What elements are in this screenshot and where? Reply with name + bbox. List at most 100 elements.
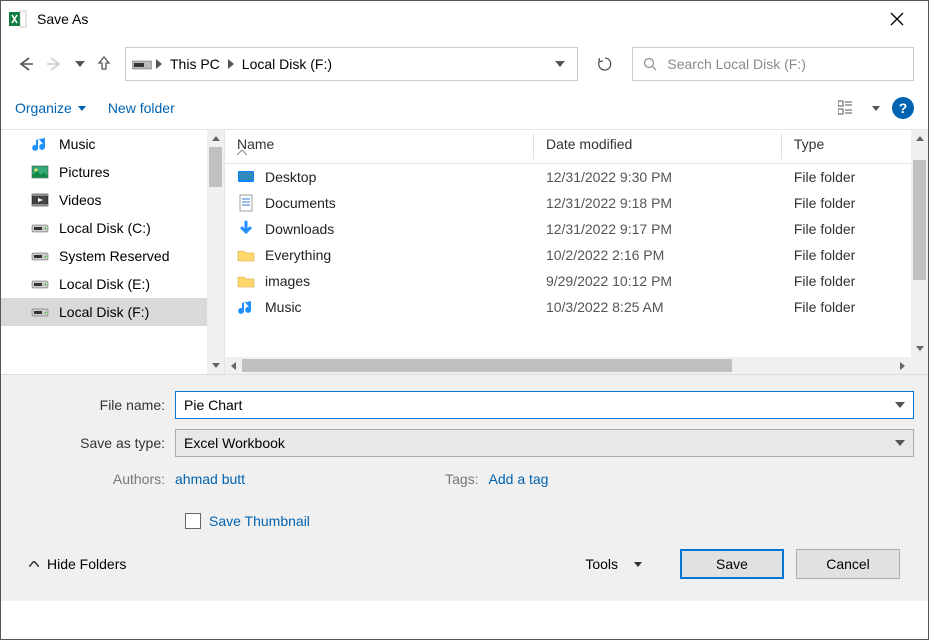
up-button[interactable] bbox=[95, 54, 115, 74]
file-name-label: File name: bbox=[15, 397, 175, 413]
authors-value[interactable]: ahmad butt bbox=[175, 471, 245, 487]
scroll-up-icon[interactable] bbox=[207, 130, 224, 147]
file-date: 12/31/2022 9:17 PM bbox=[534, 220, 782, 238]
download-icon bbox=[237, 220, 255, 238]
search-box[interactable] bbox=[632, 47, 914, 81]
save-type-select[interactable]: Excel Workbook bbox=[175, 429, 914, 457]
back-button[interactable] bbox=[15, 54, 35, 74]
file-type: File folder bbox=[782, 246, 928, 264]
column-type[interactable]: Type bbox=[782, 130, 928, 163]
file-row[interactable]: Downloads 12/31/2022 9:17 PM File folder bbox=[225, 216, 928, 242]
tree-item[interactable]: Local Disk (F:) bbox=[1, 298, 207, 326]
save-button[interactable]: Save bbox=[680, 549, 784, 579]
scroll-thumb[interactable] bbox=[242, 359, 732, 372]
tags-value[interactable]: Add a tag bbox=[489, 471, 549, 487]
organize-menu[interactable]: Organize bbox=[15, 100, 86, 116]
pictures-icon bbox=[31, 163, 49, 181]
videos-icon bbox=[31, 191, 49, 209]
breadcrumb-location[interactable]: Local Disk (F:) bbox=[238, 56, 336, 72]
file-row[interactable]: Documents 12/31/2022 9:18 PM File folder bbox=[225, 190, 928, 216]
drive-icon bbox=[31, 219, 49, 237]
file-vertical-scrollbar[interactable] bbox=[911, 130, 928, 357]
folder-icon bbox=[237, 246, 255, 264]
footer: Hide Folders Tools Save Cancel bbox=[15, 529, 914, 589]
scroll-left-icon[interactable] bbox=[225, 362, 242, 370]
file-date: 10/3/2022 8:25 AM bbox=[534, 298, 782, 316]
form-area: File name: Save as type: Excel Workbook … bbox=[1, 374, 928, 601]
tree-item[interactable]: Pictures bbox=[1, 158, 207, 186]
file-date: 12/31/2022 9:18 PM bbox=[534, 194, 782, 212]
scroll-thumb[interactable] bbox=[913, 160, 926, 280]
file-name: Desktop bbox=[265, 169, 316, 185]
tree-scrollbar[interactable] bbox=[207, 130, 224, 374]
file-row[interactable]: images 9/29/2022 10:12 PM File folder bbox=[225, 268, 928, 294]
view-dropdown-icon[interactable] bbox=[872, 106, 880, 111]
tree-item-label: Pictures bbox=[59, 164, 110, 180]
address-dropdown-icon[interactable] bbox=[555, 61, 565, 67]
recent-locations-dropdown[interactable] bbox=[75, 61, 85, 67]
file-pane: Name Date modified Type Desktop 12/31/20… bbox=[225, 130, 928, 374]
file-name-dropdown-icon[interactable] bbox=[895, 402, 905, 408]
tree-item-label: Music bbox=[59, 136, 96, 152]
file-type: File folder bbox=[782, 298, 928, 316]
help-button[interactable]: ? bbox=[892, 97, 914, 119]
tools-menu[interactable]: Tools bbox=[585, 556, 642, 572]
file-type: File folder bbox=[782, 194, 928, 212]
tree-item-label: Local Disk (C:) bbox=[59, 220, 151, 236]
tree-pane: Music Pictures Videos Local Disk (C:) System… bbox=[1, 130, 225, 374]
chevron-right-icon bbox=[228, 59, 234, 69]
new-folder-button[interactable]: New folder bbox=[108, 100, 175, 116]
music-icon bbox=[31, 135, 49, 153]
file-name-field-wrap[interactable] bbox=[175, 391, 914, 419]
drive-icon bbox=[132, 57, 152, 71]
search-input[interactable] bbox=[667, 56, 903, 72]
hide-folders-button[interactable]: Hide Folders bbox=[29, 556, 126, 572]
chevron-down-icon bbox=[634, 562, 642, 567]
content-area: Music Pictures Videos Local Disk (C:) System… bbox=[1, 130, 928, 374]
tree-item[interactable]: Local Disk (E:) bbox=[1, 270, 207, 298]
breadcrumb-this-pc[interactable]: This PC bbox=[166, 56, 224, 72]
file-horizontal-scrollbar[interactable] bbox=[225, 357, 928, 374]
scroll-thumb[interactable] bbox=[209, 147, 222, 187]
authors-label: Authors: bbox=[15, 471, 175, 487]
cancel-button[interactable]: Cancel bbox=[796, 549, 900, 579]
excel-icon bbox=[9, 10, 27, 28]
tree-item[interactable]: Videos bbox=[1, 186, 207, 214]
save-type-dropdown-icon bbox=[895, 440, 905, 446]
scroll-down-icon[interactable] bbox=[207, 357, 224, 374]
file-name: images bbox=[265, 273, 310, 289]
save-thumbnail-label[interactable]: Save Thumbnail bbox=[209, 513, 310, 529]
window-title: Save As bbox=[37, 11, 88, 27]
save-type-value: Excel Workbook bbox=[184, 435, 895, 451]
file-type: File folder bbox=[782, 220, 928, 238]
file-date: 9/29/2022 10:12 PM bbox=[534, 272, 782, 290]
forward-button[interactable] bbox=[45, 54, 65, 74]
scroll-down-icon[interactable] bbox=[911, 340, 928, 357]
column-date[interactable]: Date modified bbox=[534, 130, 782, 163]
music-icon bbox=[237, 298, 255, 316]
address-bar[interactable]: This PC Local Disk (F:) bbox=[125, 47, 578, 81]
file-date: 10/2/2022 2:16 PM bbox=[534, 246, 782, 264]
file-row[interactable]: Desktop 12/31/2022 9:30 PM File folder bbox=[225, 164, 928, 190]
file-name: Music bbox=[265, 299, 302, 315]
drive-icon bbox=[31, 275, 49, 293]
scroll-right-icon[interactable] bbox=[894, 362, 911, 370]
save-thumbnail-checkbox[interactable] bbox=[185, 513, 201, 529]
column-name[interactable]: Name bbox=[225, 130, 534, 163]
file-row[interactable]: Everything 10/2/2022 2:16 PM File folder bbox=[225, 242, 928, 268]
tags-label: Tags: bbox=[445, 471, 478, 487]
file-date: 12/31/2022 9:30 PM bbox=[534, 168, 782, 186]
file-name-input[interactable] bbox=[184, 397, 895, 413]
file-row[interactable]: Music 10/3/2022 8:25 AM File folder bbox=[225, 294, 928, 320]
desktop-icon bbox=[237, 168, 255, 186]
refresh-button[interactable] bbox=[588, 47, 622, 81]
tree-item[interactable]: Local Disk (C:) bbox=[1, 214, 207, 242]
close-button[interactable] bbox=[874, 3, 920, 35]
file-header[interactable]: Name Date modified Type bbox=[225, 130, 928, 164]
tree-item[interactable]: Music bbox=[1, 130, 207, 158]
doc-icon bbox=[237, 194, 255, 212]
view-options-button[interactable] bbox=[838, 100, 860, 116]
toolbar: Organize New folder ? bbox=[1, 91, 928, 130]
scroll-up-icon[interactable] bbox=[911, 130, 928, 147]
tree-item[interactable]: System Reserved bbox=[1, 242, 207, 270]
